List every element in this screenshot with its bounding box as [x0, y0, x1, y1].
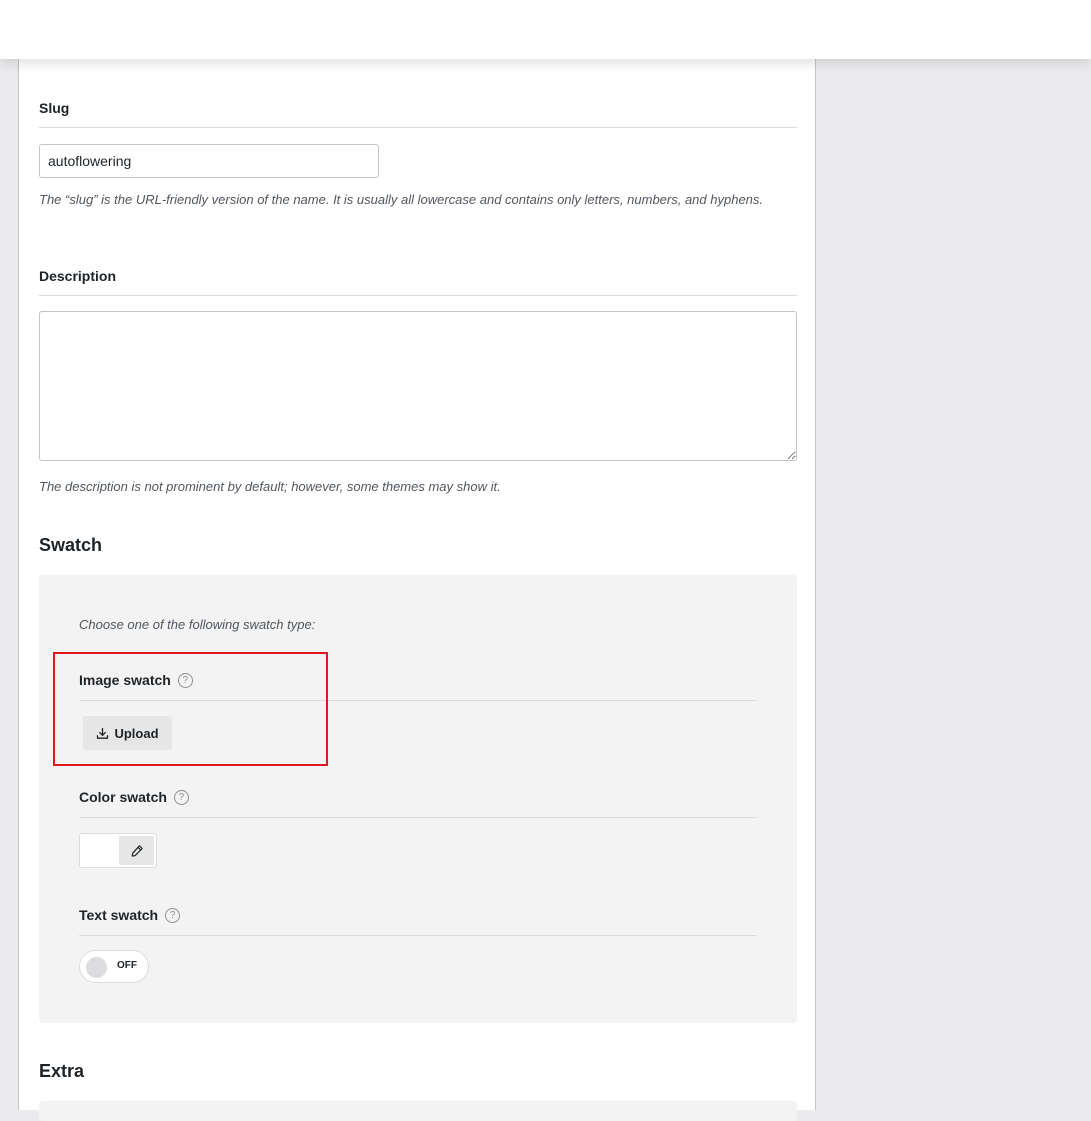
description-divider [39, 295, 797, 296]
text-swatch-toggle[interactable]: OFF [79, 950, 149, 983]
image-swatch-divider [79, 700, 757, 701]
download-icon [96, 727, 109, 740]
text-swatch-divider [79, 935, 757, 936]
slug-divider [39, 127, 797, 128]
extra-settings-box [39, 1101, 797, 1121]
text-swatch-label: Text swatch [79, 907, 159, 923]
top-bar [0, 0, 1091, 59]
text-swatch-label-row: Text swatch ? [79, 907, 181, 923]
upload-button[interactable]: Upload [83, 716, 172, 750]
image-swatch-label: Image swatch [79, 672, 171, 688]
color-swatch-label-row: Color swatch ? [79, 789, 189, 805]
slug-input[interactable] [39, 144, 379, 178]
toggle-knob [86, 957, 107, 978]
upload-button-label: Upload [114, 725, 159, 741]
color-picker[interactable] [79, 833, 157, 868]
description-label: Description [39, 268, 117, 284]
edit-term-panel: Slug The “slug” is the URL-friendly vers… [18, 0, 816, 1121]
slug-label: Slug [39, 100, 70, 116]
eyedropper-button[interactable] [119, 836, 154, 865]
color-swatch-label: Color swatch [79, 789, 167, 805]
question-circle-icon[interactable]: ? [165, 907, 181, 923]
description-help-text: The description is not prominent by defa… [39, 479, 501, 494]
image-swatch-label-row: Image swatch ? [79, 672, 193, 688]
description-textarea[interactable] [39, 311, 797, 461]
swatch-section-title: Swatch [39, 535, 103, 555]
question-circle-icon[interactable]: ? [173, 789, 189, 805]
question-circle-icon[interactable]: ? [177, 672, 193, 688]
swatch-intro-text: Choose one of the following swatch type: [79, 617, 316, 632]
extra-section-title: Extra [39, 1061, 85, 1081]
slug-help-text: The “slug” is the URL-friendly version o… [39, 192, 764, 207]
color-swatch-divider [79, 817, 757, 818]
toggle-state-label: OFF [117, 960, 137, 971]
eyedropper-icon [130, 844, 144, 858]
